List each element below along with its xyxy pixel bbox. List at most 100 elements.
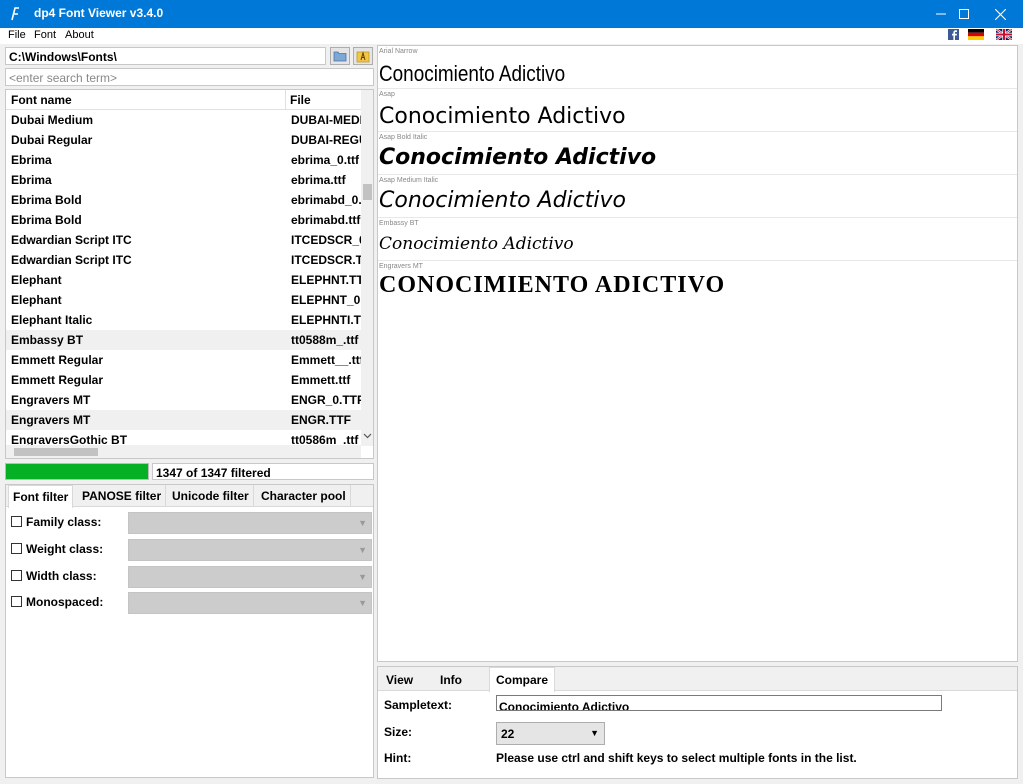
menu-file[interactable]: File: [8, 29, 26, 41]
column-separator[interactable]: [285, 90, 286, 110]
font-name-cell: Elephant: [11, 293, 62, 307]
width-class-label: Width class:: [26, 569, 97, 583]
title-bar: dp4 Font Viewer v3.4.0: [0, 0, 1023, 28]
table-row[interactable]: Elephant Italic ELEPHNTI.TTF: [6, 310, 362, 330]
table-row[interactable]: Emmett Regular Emmett.ttf: [6, 370, 362, 390]
table-row[interactable]: Elephant ELEPHNT_0.TTF: [6, 290, 362, 310]
preview-item-asap-medium-italic[interactable]: Asap Medium Italic Conocimiento Adictivo: [378, 175, 1017, 218]
facebook-icon[interactable]: [946, 29, 962, 40]
family-class-select[interactable]: ▼: [128, 512, 372, 534]
filter-tabs: Font filter PANOSE filter Unicode filter…: [6, 485, 373, 508]
weight-class-label: Weight class:: [26, 542, 104, 556]
family-class-label: Family class:: [26, 515, 102, 529]
window-title: dp4 Font Viewer v3.4.0: [34, 6, 164, 20]
font-list-horizontal-scrollbar[interactable]: [6, 445, 361, 458]
font-name-cell: Dubai Regular: [11, 133, 93, 147]
table-row[interactable]: Dubai Medium DUBAI-MEDIUM.TTF: [6, 110, 362, 130]
font-list-vertical-scrollbar[interactable]: [361, 90, 373, 446]
tab-view[interactable]: View: [380, 670, 419, 691]
file-cell: tt0588m_.ttf: [291, 333, 359, 347]
table-row[interactable]: Ebrima ebrima_0.ttf: [6, 150, 362, 170]
filter-count-text: 1347 of 1347 filtered: [152, 463, 374, 480]
table-row[interactable]: Engravers MT ENGR.TTF: [6, 410, 362, 430]
preview-font-name: Embassy BT: [379, 220, 419, 227]
preview-item-asap-bold-italic[interactable]: Asap Bold Italic Conocimiento Adictivo: [378, 132, 1017, 175]
close-button[interactable]: [977, 0, 1023, 28]
table-row[interactable]: Elephant ELEPHNT.TTF: [6, 270, 362, 290]
windows-fonts-button[interactable]: [353, 47, 373, 65]
table-row[interactable]: Emmett Regular Emmett__.ttf: [6, 350, 362, 370]
column-header-font-name[interactable]: Font name: [11, 93, 72, 107]
preview-item-embassy-bt[interactable]: Embassy BT Conocimiento Adictivo: [378, 218, 1017, 261]
tab-unicode-filter[interactable]: Unicode filter: [168, 485, 254, 507]
weight-class-select[interactable]: ▼: [128, 539, 372, 561]
width-class-select[interactable]: ▼: [128, 566, 372, 588]
tab-panose-filter[interactable]: PANOSE filter: [78, 485, 167, 507]
family-class-checkbox[interactable]: [11, 516, 22, 527]
tab-compare[interactable]: Compare: [489, 667, 556, 692]
file-cell: Emmett.ttf: [291, 373, 351, 387]
table-row[interactable]: Edwardian Script ITC ITCEDSCR.TTF: [6, 250, 362, 270]
tab-font-filter[interactable]: Font filter: [8, 485, 74, 508]
font-list[interactable]: Font name File Dubai Medium DUBAI-MEDIUM.…: [5, 89, 374, 459]
font-name-cell: Ebrima: [11, 173, 52, 187]
table-row[interactable]: Embassy BT tt0588m_.ttf: [6, 330, 362, 350]
file-cell: DUBAI-REGULAR.TTF: [291, 133, 361, 147]
search-input[interactable]: <enter search term>: [5, 68, 374, 86]
table-row[interactable]: Ebrima ebrima.ttf: [6, 170, 362, 190]
tab-info[interactable]: Info: [434, 670, 468, 691]
table-row[interactable]: Ebrima Bold ebrimabd.ttf: [6, 210, 362, 230]
preview-font-name: Asap Medium Italic: [379, 177, 439, 184]
progress-bar: [5, 463, 149, 480]
file-cell: ITCEDSCR_0.TTF: [291, 233, 361, 247]
menu-font[interactable]: Font: [34, 29, 56, 41]
scroll-down-icon[interactable]: [363, 431, 372, 440]
column-header-file[interactable]: File: [290, 93, 311, 107]
preview-item-arial-narrow[interactable]: Arial Narrow Conocimiento Adictivo: [378, 46, 1017, 89]
table-row[interactable]: Edwardian Script ITC ITCEDSCR_0.TTF: [6, 230, 362, 250]
tab-character-pool[interactable]: Character pool: [257, 485, 351, 507]
browse-folder-button[interactable]: [330, 47, 350, 65]
font-name-cell: Emmett Regular: [11, 353, 104, 367]
progress-fill: [6, 464, 148, 479]
font-name-cell: Edwardian Script ITC: [11, 253, 132, 267]
file-cell: ELEPHNT_0.TTF: [291, 293, 361, 307]
width-class-checkbox[interactable]: [11, 570, 22, 581]
font-name-cell: Embassy BT: [11, 333, 84, 347]
close-icon: [994, 8, 1006, 20]
folder-path-field[interactable]: C:\Windows\Fonts\: [5, 47, 326, 65]
weight-class-checkbox[interactable]: [11, 543, 22, 554]
file-cell: ENGR.TTF: [291, 413, 351, 427]
menu-about[interactable]: About: [65, 29, 94, 41]
monospaced-select[interactable]: ▼: [128, 592, 372, 614]
uk-flag-icon[interactable]: [996, 29, 1012, 40]
file-cell: Emmett__.ttf: [291, 353, 361, 367]
hint-label: Hint:: [384, 751, 412, 765]
preview-font-name: Asap Bold Italic: [379, 134, 428, 141]
chevron-down-icon: ▼: [358, 518, 367, 528]
font-name-cell: Ebrima Bold: [11, 193, 82, 207]
app-icon: [8, 6, 22, 22]
scroll-thumb[interactable]: [14, 448, 98, 456]
table-row[interactable]: Engravers MT ENGR_0.TTF: [6, 390, 362, 410]
preview-sample-text: Conocimiento Adictivo: [379, 272, 726, 298]
chevron-down-icon: ▼: [590, 728, 599, 738]
preview-font-name: Asap: [379, 91, 395, 98]
font-folder-icon: [356, 51, 370, 63]
preview-sample-text: Conocimiento Adictivo: [379, 104, 626, 129]
table-row[interactable]: Ebrima Bold ebrimabd_0.ttf: [6, 190, 362, 210]
font-name-cell: Engravers MT: [11, 393, 91, 407]
monospaced-checkbox[interactable]: [11, 596, 22, 607]
size-select[interactable]: 22 ▼: [496, 722, 605, 745]
preview-item-engravers-mt[interactable]: Engravers MT Conocimiento Adictivo: [378, 261, 1017, 303]
scroll-thumb[interactable]: [363, 184, 372, 200]
font-name-cell: Engravers MT: [11, 413, 91, 427]
table-row[interactable]: Dubai Regular DUBAI-REGULAR.TTF: [6, 130, 362, 150]
german-flag-icon[interactable]: [968, 29, 984, 40]
file-cell: ENGR_0.TTF: [291, 393, 361, 407]
sampletext-input[interactable]: Conocimiento Adictivo: [496, 695, 942, 711]
font-preview-pane[interactable]: Arial Narrow Conocimiento Adictivo Asap …: [377, 45, 1018, 662]
sampletext-label: Sampletext:: [384, 698, 453, 712]
file-cell: ebrima.ttf: [291, 173, 346, 187]
preview-item-asap[interactable]: Asap Conocimiento Adictivo: [378, 89, 1017, 132]
